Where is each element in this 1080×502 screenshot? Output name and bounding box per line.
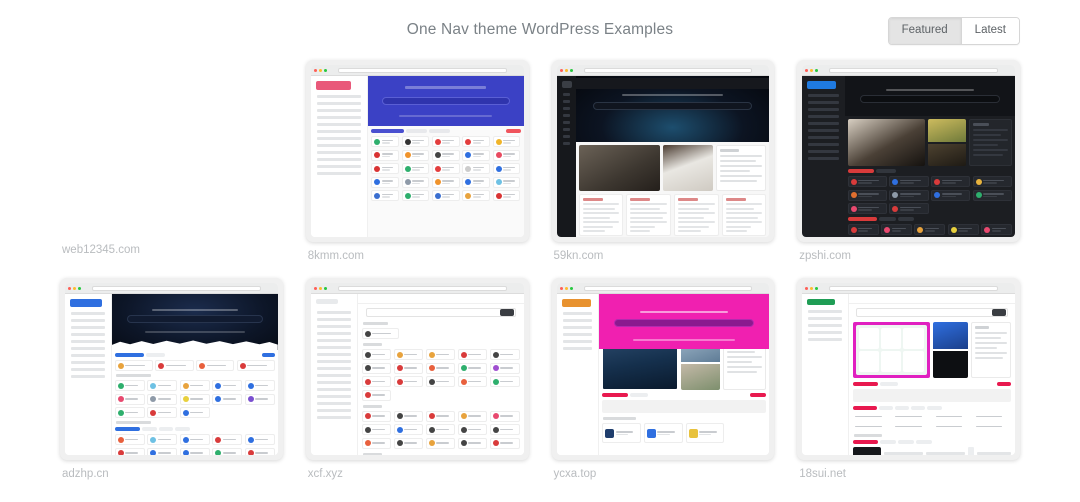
close-dot-icon bbox=[68, 286, 71, 290]
wave-divider bbox=[111, 340, 278, 350]
maximize-dot-icon bbox=[569, 286, 573, 290]
url-bar bbox=[92, 285, 261, 291]
thumbnail-adzhp[interactable] bbox=[60, 278, 283, 460]
mock-hero bbox=[575, 76, 770, 142]
thumbnail-ycxa[interactable] bbox=[551, 278, 775, 460]
browser-mock bbox=[310, 65, 524, 237]
mock-sidebar bbox=[65, 294, 112, 455]
example-label: web12345.com bbox=[62, 244, 140, 256]
browser-mock bbox=[802, 283, 1015, 455]
example-label: 8kmm.com bbox=[307, 250, 364, 262]
mock-sidebar bbox=[802, 76, 845, 237]
browser-titlebar bbox=[310, 65, 524, 76]
thumbnail-zpshi[interactable] bbox=[797, 60, 1020, 242]
tab-latest[interactable]: Latest bbox=[961, 18, 1019, 44]
minimize-dot-icon bbox=[564, 286, 568, 290]
mock-hero bbox=[111, 294, 278, 350]
mock-sidebar bbox=[310, 76, 369, 237]
url-bar bbox=[337, 67, 507, 73]
mock-hero bbox=[368, 76, 524, 126]
example-label: adzhp.cn bbox=[62, 468, 109, 480]
example-card[interactable]: adzhp.cn bbox=[60, 278, 283, 490]
maximize-dot-icon bbox=[323, 286, 327, 290]
mock-sidebar bbox=[556, 294, 600, 455]
thumbnail-18sui[interactable] bbox=[797, 278, 1020, 460]
close-dot-icon bbox=[805, 68, 809, 72]
url-bar bbox=[829, 67, 998, 73]
browser-mock bbox=[556, 65, 770, 237]
mock-search-field bbox=[365, 308, 516, 317]
maximize-dot-icon bbox=[815, 286, 819, 290]
minimize-dot-icon bbox=[318, 68, 322, 72]
minimize-dot-icon bbox=[318, 286, 322, 290]
url-bar bbox=[583, 285, 753, 291]
browser-mock bbox=[556, 283, 770, 455]
example-card[interactable]: 8kmm.com bbox=[305, 60, 529, 272]
browser-mock bbox=[310, 283, 524, 455]
close-dot-icon bbox=[313, 286, 317, 290]
example-label: ycxa.top bbox=[553, 468, 597, 480]
example-label: zpshi.com bbox=[799, 250, 852, 262]
example-card[interactable]: ycxa.top bbox=[551, 278, 775, 490]
url-bar bbox=[337, 285, 507, 291]
mock-sidebar bbox=[310, 294, 358, 455]
page-header: One Nav theme WordPress Examples Feature… bbox=[0, 0, 1080, 60]
mock-content bbox=[368, 126, 524, 237]
close-dot-icon bbox=[313, 68, 317, 72]
thumbnail-59kn[interactable] bbox=[551, 60, 775, 242]
example-card[interactable]: zpshi.com bbox=[797, 60, 1020, 272]
close-dot-icon bbox=[559, 68, 563, 72]
example-card[interactable]: 59kn.com bbox=[551, 60, 775, 272]
example-label: 18sui.net bbox=[799, 468, 846, 480]
close-dot-icon bbox=[559, 286, 563, 290]
maximize-dot-icon bbox=[78, 286, 81, 290]
mock-sidebar bbox=[556, 76, 576, 237]
browser-titlebar bbox=[556, 65, 770, 76]
maximize-dot-icon bbox=[569, 68, 573, 72]
browser-titlebar bbox=[65, 283, 278, 294]
browser-titlebar bbox=[802, 283, 1015, 294]
mock-sidebar bbox=[802, 294, 850, 455]
browser-titlebar bbox=[556, 283, 770, 294]
minimize-dot-icon bbox=[564, 68, 568, 72]
mock-logo bbox=[315, 81, 352, 90]
example-card[interactable]: xcf.xyz bbox=[305, 278, 529, 490]
thumbnail-missing bbox=[60, 60, 283, 242]
page-title: One Nav theme WordPress Examples bbox=[406, 21, 674, 38]
examples-grid: web12345.com 8kmm.com 59kn.com zpshi.com… bbox=[0, 60, 1080, 490]
browser-mock bbox=[802, 65, 1015, 237]
mock-banner-row bbox=[853, 322, 1011, 378]
close-dot-icon bbox=[805, 286, 809, 290]
maximize-dot-icon bbox=[323, 68, 327, 72]
example-label: xcf.xyz bbox=[307, 468, 343, 480]
browser-titlebar bbox=[310, 283, 524, 294]
minimize-dot-icon bbox=[810, 286, 814, 290]
example-card[interactable]: 18sui.net bbox=[797, 278, 1020, 490]
mock-hero bbox=[599, 294, 770, 349]
url-bar bbox=[583, 67, 753, 73]
example-label: 59kn.com bbox=[553, 250, 604, 262]
browser-mock bbox=[65, 283, 278, 455]
minimize-dot-icon bbox=[810, 68, 814, 72]
maximize-dot-icon bbox=[815, 68, 819, 72]
minimize-dot-icon bbox=[73, 286, 76, 290]
url-bar bbox=[829, 285, 998, 291]
browser-titlebar bbox=[802, 65, 1015, 76]
tab-featured[interactable]: Featured bbox=[888, 18, 962, 44]
mock-hero bbox=[844, 76, 1015, 116]
example-card[interactable]: web12345.com bbox=[60, 60, 283, 272]
thumbnail-8kmm[interactable] bbox=[305, 60, 529, 242]
view-toggle-group[interactable]: Featured Latest bbox=[887, 17, 1020, 45]
thumbnail-xcf[interactable] bbox=[305, 278, 529, 460]
